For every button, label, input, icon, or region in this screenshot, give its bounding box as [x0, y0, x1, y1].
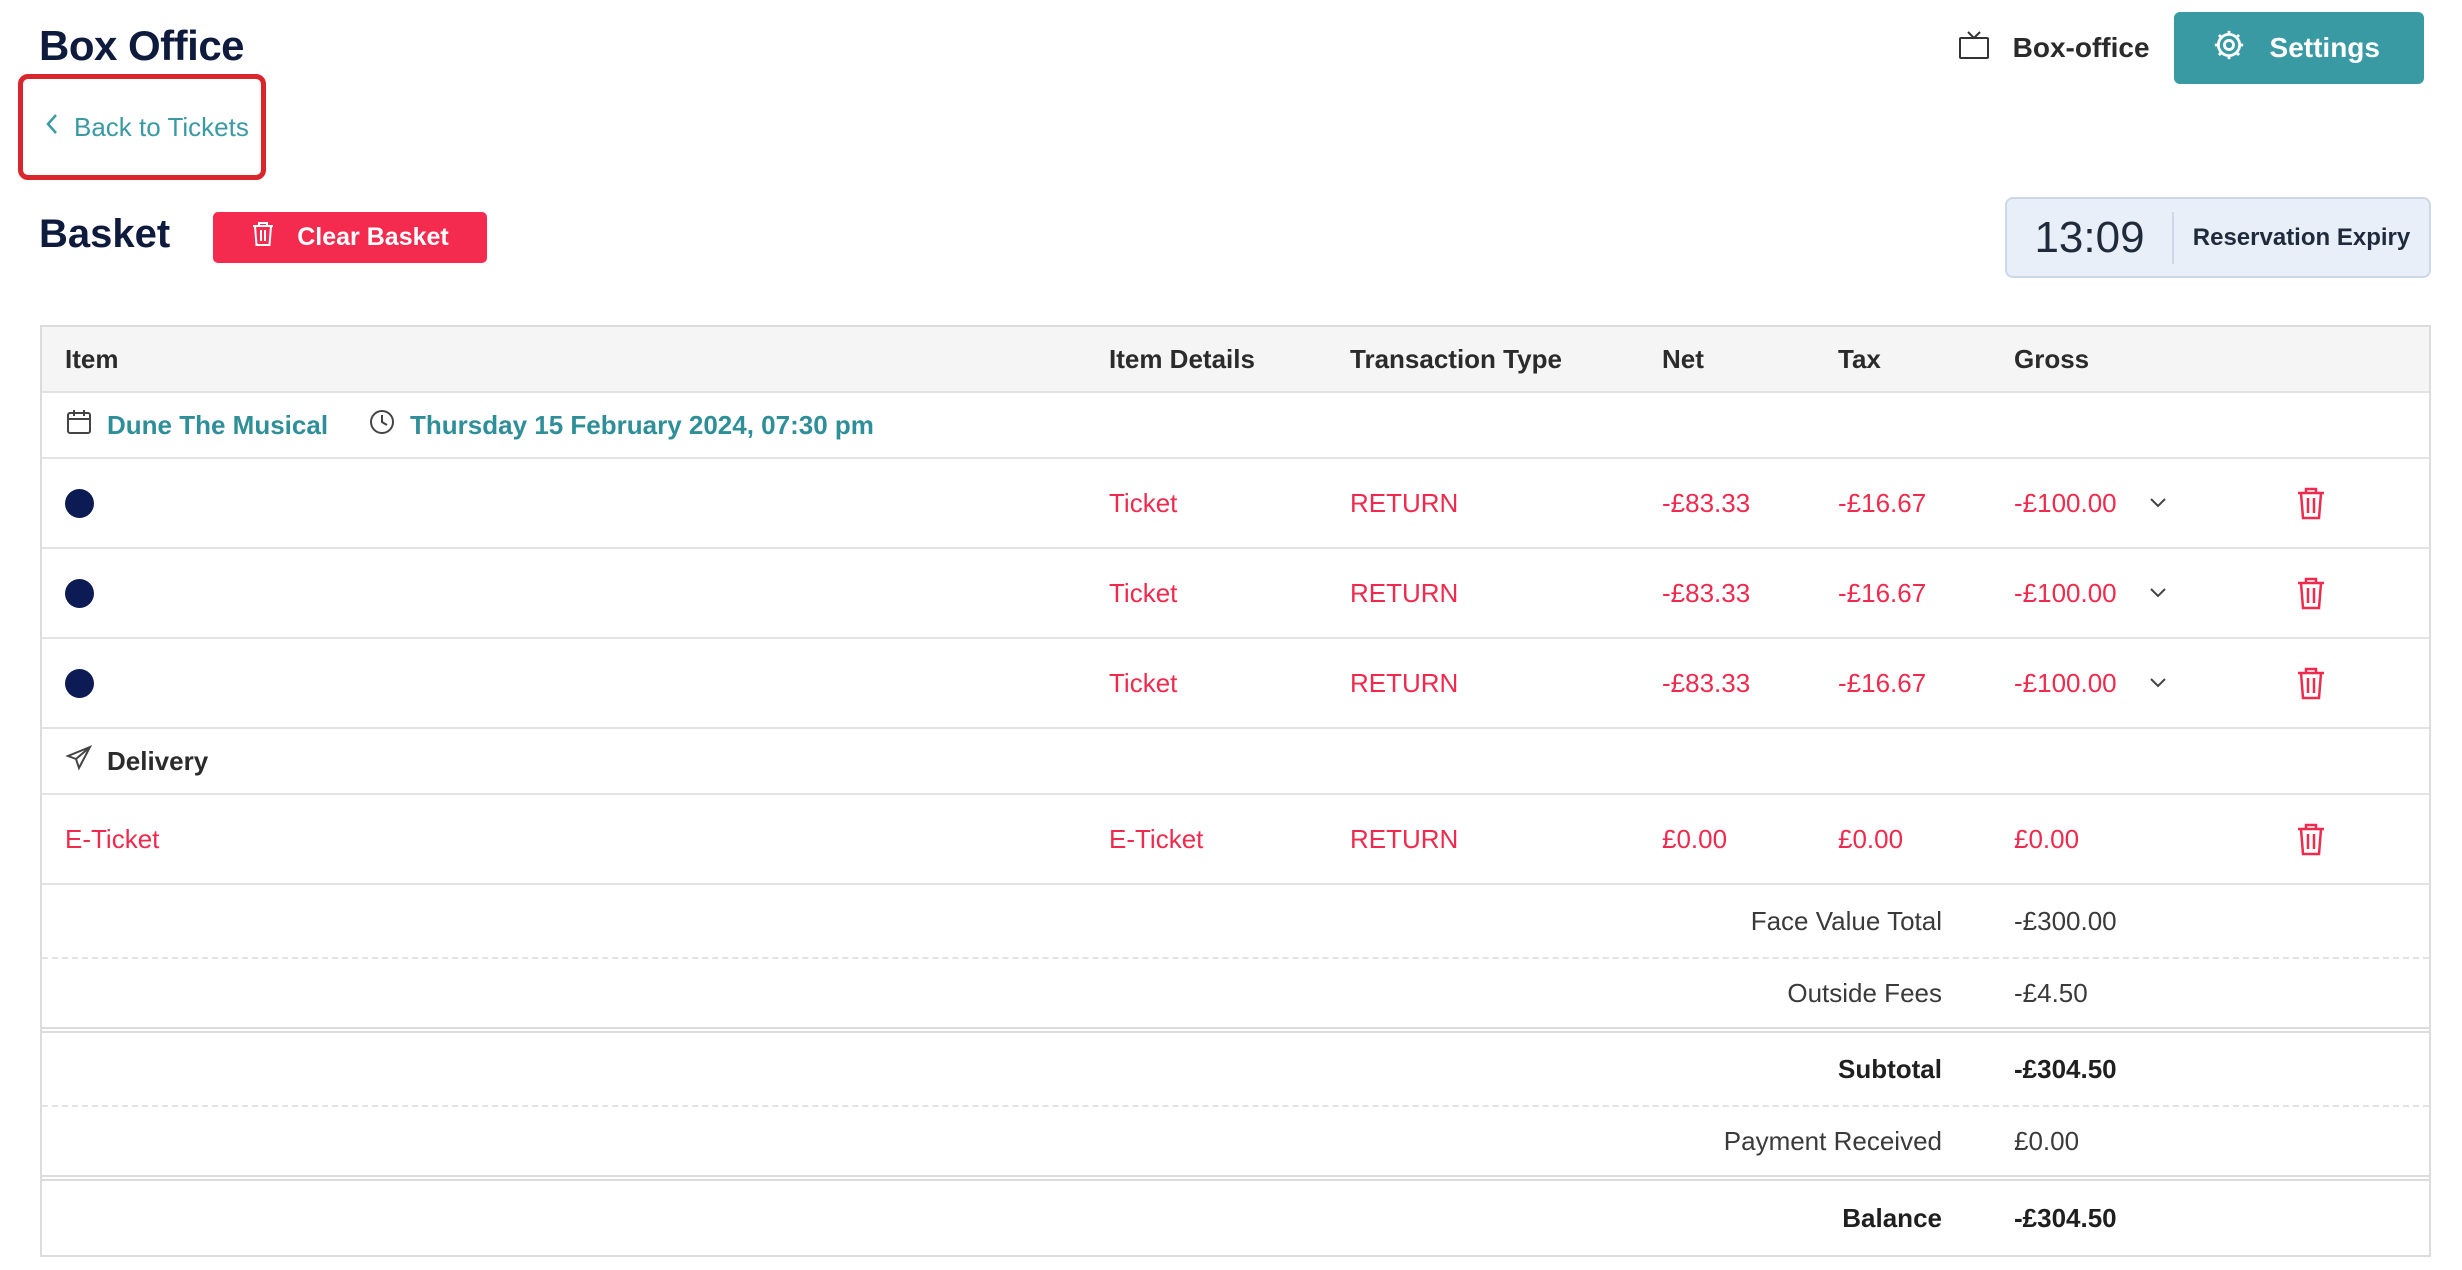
ticket-details: Ticket [1109, 667, 1178, 698]
seat-dot [65, 488, 94, 518]
delivery-title: Delivery [65, 729, 208, 793]
delivery-type: RETURN [1350, 823, 1459, 854]
clear-basket-button[interactable]: Clear Basket [213, 212, 487, 263]
delete-row-button[interactable] [2296, 795, 2326, 883]
ticket-tax: -£16.67 [1838, 577, 1927, 608]
calendar-icon [65, 408, 93, 443]
delete-row-button[interactable] [2296, 639, 2326, 727]
delivery-item: E-Ticket [65, 823, 160, 854]
paper-plane-icon [65, 744, 93, 779]
table-row: Ticket RETURN -£83.33 -£16.67 -£100.00 [42, 459, 2429, 549]
chevron-left-icon [44, 112, 60, 143]
subtotal-amount: -£304.50 [2014, 1053, 2117, 1084]
performance-name: Dune The Musical [107, 409, 329, 440]
subtotal-label: Subtotal [1838, 1053, 1942, 1084]
performance-row: Dune The Musical Thursday 15 February 20… [42, 393, 2429, 459]
chevron-down-icon[interactable] [2148, 459, 2168, 547]
ticket-net: -£83.33 [1662, 577, 1751, 608]
ticket-gross: -£100.00 [2014, 667, 2117, 698]
app-title: Box Office [39, 22, 245, 69]
ticket-net: -£83.33 [1662, 667, 1751, 698]
payment-received-label: Payment Received [1723, 1125, 1942, 1156]
clear-basket-label: Clear Basket [297, 223, 449, 251]
outside-fees-label: Outside Fees [1787, 977, 1942, 1008]
chevron-down-icon[interactable] [2148, 549, 2168, 637]
ticket-gross: -£100.00 [2014, 577, 2117, 608]
expiry-label: Reservation Expiry [2192, 223, 2411, 251]
settings-button[interactable]: Settings [2173, 12, 2424, 84]
context-label: Box-office [2012, 32, 2150, 63]
subtotal-row: Subtotal -£304.50 [42, 1033, 2429, 1107]
delete-row-button[interactable] [2296, 459, 2326, 547]
delivery-tax: £0.00 [1838, 823, 1904, 854]
ticket-type: RETURN [1350, 487, 1459, 518]
ticket-net: -£83.33 [1662, 487, 1751, 518]
balance-label: Balance [1842, 1202, 1942, 1233]
chevron-down-icon[interactable] [2148, 639, 2168, 727]
outside-fees-amount: -£4.50 [2014, 977, 2088, 1008]
ticket-gross: -£100.00 [2014, 487, 2117, 518]
seat-dot [65, 668, 94, 698]
performance-datetime: Thursday 15 February 2024, 07:30 pm [368, 393, 874, 457]
settings-label: Settings [2269, 32, 2380, 63]
column-header-gross: Gross [2014, 343, 2090, 374]
table-row: E-Ticket E-Ticket RETURN £0.00 £0.00 £0.… [42, 795, 2429, 885]
table-header: Item Item Details Transaction Type Net T… [42, 327, 2429, 393]
ticket-details: Ticket [1109, 577, 1178, 608]
header-actions: Box-office Settings [1957, 12, 2424, 84]
performance-datetime-label: Thursday 15 February 2024, 07:30 pm [410, 409, 874, 440]
box-office-context[interactable]: Box-office [1957, 28, 2150, 69]
trash-icon [251, 221, 275, 254]
face-value-label: Face Value Total [1750, 905, 1942, 936]
gear-icon [2212, 28, 2246, 69]
ticket-type: RETURN [1350, 577, 1459, 608]
back-link-label: Back to Tickets [74, 112, 249, 142]
performance-title[interactable]: Dune The Musical [65, 393, 328, 457]
delivery-net: £0.00 [1662, 823, 1728, 854]
basket-table: Item Item Details Transaction Type Net T… [40, 325, 2431, 1257]
reservation-expiry: 13:09 Reservation Expiry [2005, 197, 2431, 278]
payment-received-amount: £0.00 [2014, 1125, 2080, 1156]
ticket-details: Ticket [1109, 487, 1178, 518]
delete-row-button[interactable] [2296, 549, 2326, 637]
face-value-total-row: Face Value Total -£300.00 [42, 885, 2429, 959]
basket-title: Basket [39, 212, 171, 256]
column-header-transaction-type: Transaction Type [1350, 343, 1562, 374]
delivery-label: Delivery [107, 745, 209, 776]
balance-row: Balance -£304.50 [42, 1181, 2429, 1255]
column-header-item-details: Item Details [1109, 343, 1255, 374]
seat-dot [65, 578, 94, 608]
table-row: Ticket RETURN -£83.33 -£16.67 -£100.00 [42, 639, 2429, 729]
clock-icon [368, 408, 396, 443]
ticket-type: RETURN [1350, 667, 1459, 698]
delivery-group-row: Delivery [42, 729, 2429, 795]
column-header-item: Item [65, 343, 119, 374]
payment-received-row: Payment Received £0.00 [42, 1107, 2429, 1181]
table-row: Ticket RETURN -£83.33 -£16.67 -£100.00 [42, 549, 2429, 639]
face-value-amount: -£300.00 [2014, 905, 2117, 936]
outside-fees-row: Outside Fees -£4.50 [42, 959, 2429, 1033]
ticket-tax: -£16.67 [1838, 667, 1927, 698]
delivery-details: E-Ticket [1109, 823, 1204, 854]
expiry-time: 13:09 [2007, 211, 2174, 264]
column-header-net: Net [1662, 343, 1704, 374]
column-header-tax: Tax [1838, 343, 1881, 374]
tv-icon [1957, 28, 1991, 69]
delivery-gross: £0.00 [2014, 823, 2080, 854]
back-to-tickets-link[interactable]: Back to Tickets [44, 112, 249, 143]
ticket-tax: -£16.67 [1838, 487, 1927, 518]
balance-amount: -£304.50 [2014, 1202, 2117, 1233]
